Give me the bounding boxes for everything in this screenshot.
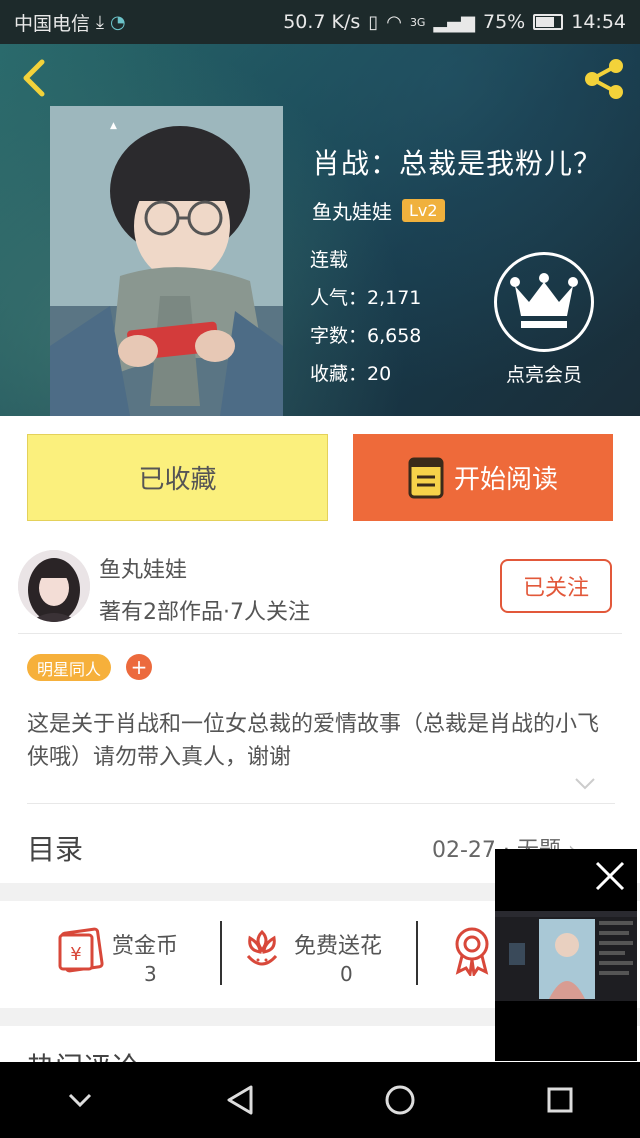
stat-reward-value: 3: [144, 962, 157, 986]
vibrate-icon: ▯: [368, 11, 379, 33]
battery-icon: [533, 14, 564, 30]
hot-comments-label: 热门评论: [27, 1046, 139, 1062]
book-title: 肖战：总裁是我粉儿？: [312, 147, 603, 180]
stat-separator: [416, 921, 418, 985]
video-preview: [495, 911, 637, 1001]
stat-separator: [220, 921, 222, 985]
level-badge: Lv2: [402, 199, 445, 222]
floating-video-window[interactable]: [495, 849, 637, 1061]
nav-home-button[interactable]: [376, 1076, 424, 1124]
author-card-stats: 著有2部作品·7人关注: [99, 600, 310, 625]
signal-icon: ▂▄▆: [433, 11, 475, 33]
clock: 14:54: [571, 11, 626, 33]
word-count: 字数：6,658: [310, 325, 422, 347]
book-description: 这是关于肖战和一位女总裁的爱情故事（总裁是肖战的小飞侠哦）请勿带入真人，谢谢: [27, 712, 600, 770]
follow-button[interactable]: 已关注: [500, 559, 612, 613]
start-reading-label: 开始阅读: [453, 465, 558, 495]
book-icon: [408, 457, 444, 498]
app-notification-icon: ◔: [109, 11, 126, 33]
toc-label[interactable]: 目录: [27, 828, 83, 868]
share-icon: [585, 59, 623, 99]
download-icon: ⤓: [96, 11, 104, 33]
nav-recents-button[interactable]: [536, 1076, 584, 1124]
favorite-count: 收藏：20: [310, 363, 392, 385]
author-card-name[interactable]: 鱼丸娃娃: [99, 552, 187, 584]
svg-text:¥: ¥: [70, 944, 81, 965]
back-button[interactable]: [18, 58, 54, 98]
divider: [18, 633, 622, 634]
system-nav-bar: [0, 1062, 640, 1138]
author-name[interactable]: 鱼丸娃娃: [312, 196, 392, 225]
vip-button[interactable]: 点亮会员: [494, 252, 594, 387]
cover-image: ▲: [50, 106, 283, 416]
nav-back-button[interactable]: [216, 1076, 264, 1124]
author-row[interactable]: 鱼丸娃娃 Lv2: [312, 196, 445, 225]
status-bar: 中国电信 ⤓ ◔ 50.7 K/s ▯ ◠ 3G ▂▄▆ 75% 14:54: [0, 0, 640, 44]
stat-reward-label: 赏金币: [112, 934, 179, 959]
avatar-image: [18, 550, 90, 622]
avatar[interactable]: [18, 550, 90, 622]
stat-flower-value: 0: [340, 962, 353, 986]
close-icon[interactable]: [593, 859, 627, 893]
medal-icon: [455, 927, 489, 976]
home-circle-icon: [385, 1085, 415, 1115]
svg-text:▲: ▲: [110, 121, 117, 131]
serial-status: 连载: [310, 249, 349, 271]
wifi-icon: ◠: [386, 11, 402, 33]
vip-badge: [494, 252, 594, 352]
start-reading-button[interactable]: 开始阅读: [353, 434, 613, 521]
book-header: ▲ 肖战：总裁是我粉儿？ 鱼丸娃娃 Lv2 连载 人气：2,171 字数：6,6…: [0, 44, 640, 416]
book-cover[interactable]: ▲: [50, 106, 283, 416]
network-type: 3G: [409, 15, 426, 29]
network-speed: 50.7 K/s: [283, 11, 361, 33]
chevron-left-icon: [23, 59, 45, 97]
divider: [27, 803, 615, 804]
red-envelope-icon: ¥: [58, 927, 104, 973]
popularity: 人气：2,171: [310, 287, 422, 309]
flower-icon: [246, 929, 278, 966]
crown-icon: [510, 273, 578, 328]
nav-hide-button[interactable]: [56, 1076, 104, 1124]
chevron-down-icon[interactable]: [574, 776, 596, 792]
battery-percent: 75%: [483, 11, 526, 33]
collect-button[interactable]: 已收藏: [27, 434, 328, 521]
tag-item[interactable]: 明星同人: [27, 654, 112, 681]
vip-label: 点亮会员: [505, 364, 582, 386]
stat-flower-label: 免费送花: [294, 934, 383, 959]
back-triangle-icon: [227, 1085, 253, 1115]
share-button[interactable]: [582, 56, 628, 102]
add-tag-button[interactable]: +: [126, 654, 152, 680]
recents-square-icon: [547, 1087, 573, 1113]
chevron-down-icon: [68, 1093, 92, 1108]
carrier-label: 中国电信: [14, 12, 91, 35]
